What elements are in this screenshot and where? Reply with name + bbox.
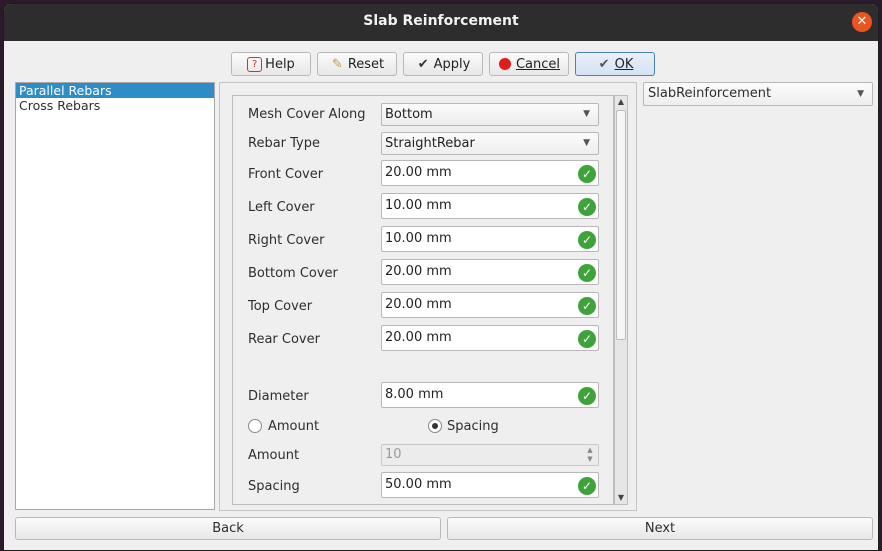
spacing-radio[interactable]	[428, 419, 442, 433]
valid-check-icon: ✓	[578, 231, 596, 249]
rebar-type-value: StraightRebar	[385, 136, 475, 151]
left-cover-value: 10.00 mm	[385, 198, 452, 213]
next-button[interactable]: Next	[447, 517, 873, 540]
scrollbar-thumb[interactable]	[616, 110, 626, 340]
cancel-label: Cancel	[515, 56, 561, 72]
amount-radio-label: Amount	[268, 419, 320, 434]
spacing-radio-label: Spacing	[447, 419, 499, 434]
form-scroll-area: Mesh Cover Along Bottom ▼ Rebar Type Str…	[232, 95, 614, 505]
scroll-up-icon[interactable]: ▲	[615, 96, 627, 108]
form-panel: Mesh Cover Along Bottom ▼ Rebar Type Str…	[219, 82, 637, 511]
right-cover-label: Right Cover	[248, 233, 325, 248]
left-cover-label: Left Cover	[248, 200, 315, 215]
scroll-down-icon[interactable]: ▼	[615, 492, 627, 504]
reset-button[interactable]: ✎ Reset	[317, 52, 397, 76]
diameter-value: 8.00 mm	[385, 387, 444, 402]
valid-check-icon: ✓	[578, 387, 596, 405]
bottom-cover-value: 20.00 mm	[385, 264, 452, 279]
valid-check-icon: ✓	[578, 297, 596, 315]
chevron-down-icon: ▼	[583, 138, 590, 148]
rear-cover-value: 20.00 mm	[385, 330, 452, 345]
right-cover-input[interactable]: 10.00 mm ✓	[381, 226, 599, 252]
valid-check-icon: ✓	[578, 330, 596, 348]
chevron-down-icon: ▼	[857, 89, 864, 99]
ok-button[interactable]: ✔ OK	[575, 52, 655, 76]
front-cover-value: 20.00 mm	[385, 165, 452, 180]
left-cover-input[interactable]: 10.00 mm ✓	[381, 193, 599, 219]
rear-cover-label: Rear Cover	[248, 332, 320, 347]
apply-label: Apply	[433, 56, 471, 72]
spin-arrows-icon: ▲ ▼	[587, 446, 593, 463]
amount-spinbox[interactable]: 10 ▲ ▼	[381, 444, 599, 466]
valid-check-icon: ✓	[578, 198, 596, 216]
valid-check-icon: ✓	[578, 165, 596, 183]
amount-radio[interactable]	[248, 419, 262, 433]
mesh-cover-along-label: Mesh Cover Along	[248, 107, 366, 122]
spacing-value: 50.00 mm	[385, 477, 452, 492]
mesh-cover-along-select[interactable]: Bottom ▼	[381, 103, 599, 126]
list-item-cross-rebars[interactable]: Cross Rebars	[16, 98, 214, 113]
spacing-label: Spacing	[248, 479, 300, 494]
spacing-input[interactable]: 50.00 mm ✓	[381, 472, 599, 498]
reinforcement-type-value: SlabReinforcement	[648, 86, 772, 101]
right-cover-value: 10.00 mm	[385, 231, 452, 246]
help-button[interactable]: ? Help	[231, 52, 311, 76]
ok-label: OK	[614, 56, 634, 72]
cancel-button[interactable]: Cancel	[489, 52, 569, 76]
help-label: Help	[265, 56, 295, 72]
rebar-type-label: Rebar Type	[248, 136, 321, 151]
rebar-set-list: Parallel Rebars Cross Rebars	[15, 82, 215, 510]
top-cover-input[interactable]: 20.00 mm ✓	[381, 292, 599, 318]
confirm-icon: ✔	[598, 56, 610, 72]
dialog-window: Slab Reinforcement ✕ ? Help ✎ Reset ✔ Ap…	[3, 3, 879, 551]
top-cover-label: Top Cover	[248, 299, 313, 314]
rebar-type-select[interactable]: StraightRebar ▼	[381, 132, 599, 155]
rear-cover-input[interactable]: 20.00 mm ✓	[381, 325, 599, 351]
back-button[interactable]: Back	[15, 517, 441, 540]
bottom-cover-label: Bottom Cover	[248, 266, 338, 281]
amount-label: Amount	[248, 448, 300, 463]
bottom-cover-input[interactable]: 20.00 mm ✓	[381, 259, 599, 285]
diameter-label: Diameter	[248, 389, 309, 404]
valid-check-icon: ✓	[578, 264, 596, 282]
diameter-input[interactable]: 8.00 mm ✓	[381, 382, 599, 408]
broom-icon: ✎	[331, 56, 343, 72]
close-button[interactable]: ✕	[852, 12, 872, 32]
front-cover-input[interactable]: 20.00 mm ✓	[381, 160, 599, 186]
mesh-cover-along-value: Bottom	[385, 107, 433, 122]
chevron-down-icon: ▼	[583, 109, 590, 119]
stop-icon	[498, 57, 513, 72]
help-icon: ?	[247, 56, 263, 72]
reset-label: Reset	[347, 56, 385, 72]
valid-check-icon: ✓	[578, 477, 596, 495]
reinforcement-type-select[interactable]: SlabReinforcement ▼	[643, 82, 873, 106]
apply-button[interactable]: ✔ Apply	[403, 52, 483, 76]
title-bar: Slab Reinforcement ✕	[4, 4, 878, 41]
window-title: Slab Reinforcement	[363, 13, 519, 29]
list-item-parallel-rebars[interactable]: Parallel Rebars	[16, 83, 214, 98]
form-scrollbar[interactable]: ▲ ▼	[614, 95, 628, 505]
amount-value: 10	[385, 447, 402, 462]
front-cover-label: Front Cover	[248, 167, 324, 182]
checkmark-icon: ✔	[417, 56, 429, 72]
top-cover-value: 20.00 mm	[385, 297, 452, 312]
